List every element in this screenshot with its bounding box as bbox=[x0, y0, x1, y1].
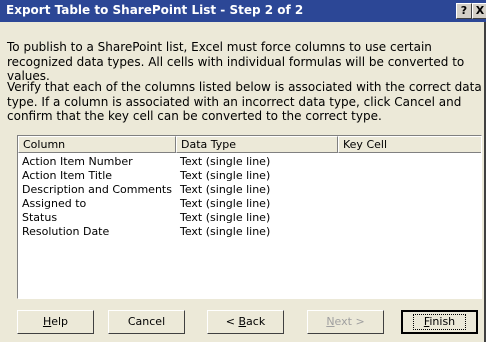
column-header-data-type[interactable]: Data Type bbox=[176, 136, 338, 153]
table-row[interactable]: Resolution Date Text (single line) bbox=[18, 225, 481, 239]
table-row[interactable]: Description and Comments Text (single lin… bbox=[18, 183, 481, 197]
next-button[interactable]: Next > bbox=[307, 310, 384, 334]
back-button[interactable]: < Back bbox=[207, 310, 284, 334]
finish-button[interactable]: Finish bbox=[401, 310, 478, 334]
cell-column: Status bbox=[22, 211, 58, 224]
table-row[interactable]: Action Item Title Text (single line) bbox=[18, 169, 481, 183]
help-icon[interactable]: ? bbox=[456, 3, 472, 19]
column-type-list[interactable]: Column Data Type Key Cell Action Item Nu… bbox=[17, 135, 482, 299]
cell-data-type: Text (single line) bbox=[180, 183, 271, 196]
description-text-2: Verify that each of the columns listed b… bbox=[7, 80, 482, 123]
cell-column: Resolution Date bbox=[22, 225, 110, 238]
button-bar: Help Cancel < Back Next > Finish bbox=[0, 310, 486, 336]
help-button-label: elp bbox=[51, 315, 69, 328]
cell-data-type: Text (single line) bbox=[180, 169, 271, 182]
cell-column: Action Item Number bbox=[22, 155, 133, 168]
finish-focus-ring: Finish bbox=[412, 314, 467, 330]
export-dialog: Export Table to SharePoint List - Step 2… bbox=[0, 0, 486, 342]
cancel-button[interactable]: Cancel bbox=[108, 310, 185, 334]
table-row[interactable]: Action Item Number Text (single line) bbox=[18, 155, 481, 169]
finish-button-label: inish bbox=[429, 315, 456, 328]
cell-data-type: Text (single line) bbox=[180, 211, 271, 224]
next-button-mnemonic: N bbox=[326, 315, 335, 328]
column-header-column[interactable]: Column bbox=[18, 136, 176, 153]
next-button-label: ext > bbox=[334, 315, 365, 328]
table-row[interactable]: Assigned to Text (single line) bbox=[18, 197, 481, 211]
description-text-1: To publish to a SharePoint list, Excel m… bbox=[7, 40, 465, 83]
back-button-prefix: < bbox=[225, 315, 239, 328]
cell-data-type: Text (single line) bbox=[180, 155, 271, 168]
cell-column: Assigned to bbox=[22, 197, 87, 210]
list-header: Column Data Type Key Cell bbox=[18, 136, 481, 153]
cell-column: Action Item Title bbox=[22, 169, 113, 182]
column-header-key-cell[interactable]: Key Cell bbox=[338, 136, 481, 153]
table-row[interactable]: Status Text (single line) bbox=[18, 211, 481, 225]
close-icon[interactable]: X bbox=[472, 3, 486, 19]
cell-column: Description and Comments bbox=[22, 183, 172, 196]
cell-data-type: Text (single line) bbox=[180, 225, 271, 238]
back-button-mnemonic: B bbox=[238, 315, 247, 328]
title-bar[interactable]: Export Table to SharePoint List - Step 2… bbox=[0, 0, 486, 22]
dialog-title: Export Table to SharePoint List - Step 2… bbox=[6, 3, 304, 17]
help-button[interactable]: Help bbox=[17, 310, 94, 334]
cell-data-type: Text (single line) bbox=[180, 197, 271, 210]
back-button-label: ack bbox=[246, 315, 266, 328]
help-button-mnemonic: H bbox=[42, 315, 52, 328]
